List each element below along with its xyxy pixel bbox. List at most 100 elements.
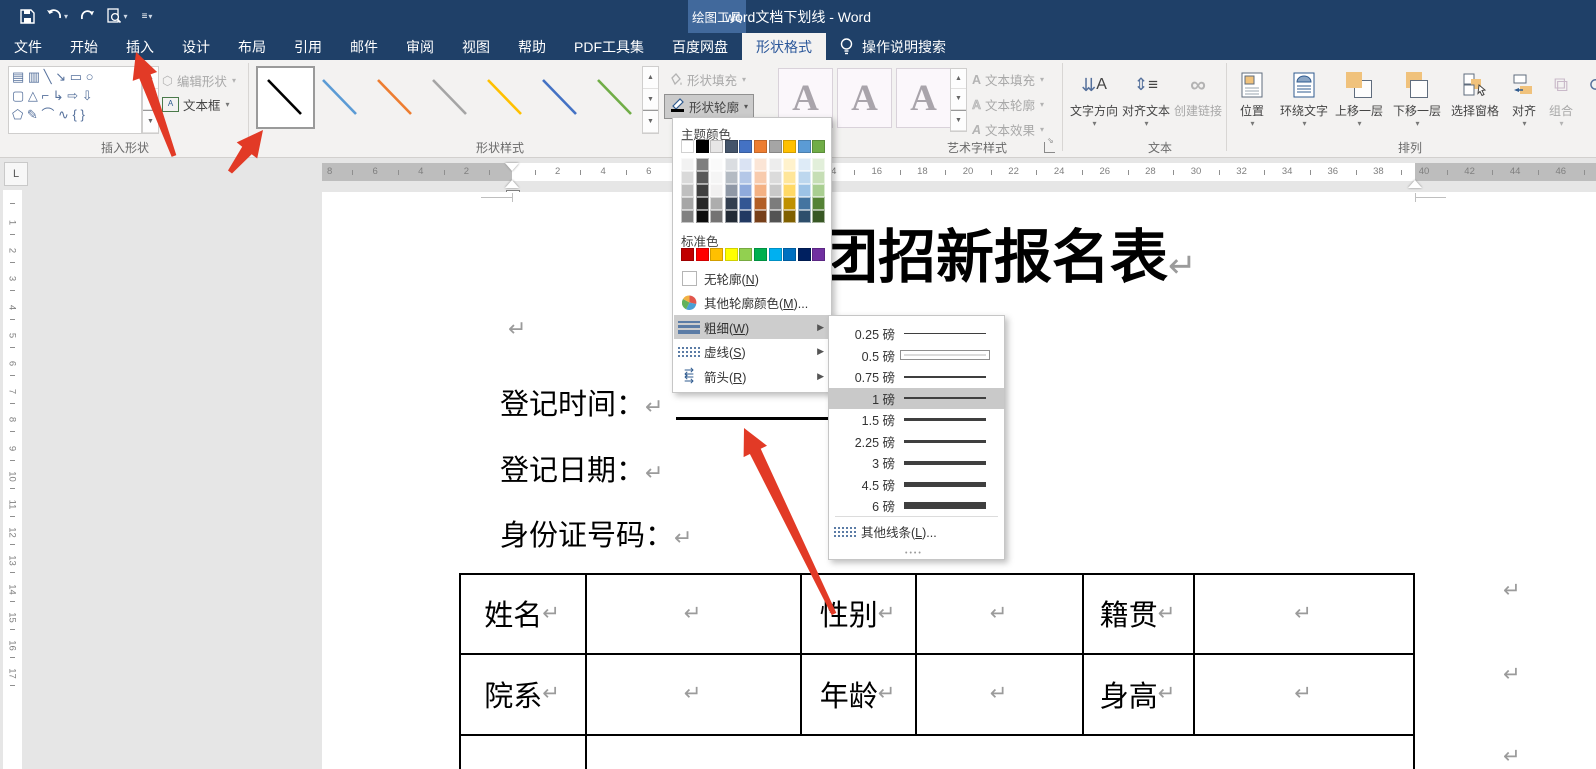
theme-color-variant-swatch[interactable] — [812, 184, 825, 197]
theme-color-variant-swatch[interactable] — [769, 184, 782, 197]
theme-color-variant-swatch[interactable] — [798, 171, 811, 184]
theme-color-variant-swatch[interactable] — [681, 158, 694, 171]
theme-color-variant-swatch[interactable] — [769, 210, 782, 223]
theme-color-variant-swatch[interactable] — [710, 184, 723, 197]
theme-color-variant-swatch[interactable] — [725, 210, 738, 223]
theme-color-variant-swatch[interactable] — [739, 210, 752, 223]
tab-设计[interactable]: 设计 — [168, 33, 224, 60]
standard-color-swatch[interactable] — [739, 248, 752, 261]
align-objects-button[interactable]: 对齐▾ — [1506, 68, 1542, 128]
text-box-button[interactable]: A 文本框▾ — [162, 95, 230, 114]
standard-color-swatch[interactable] — [798, 248, 811, 261]
shape-fill-button[interactable]: 形状填充▾ — [668, 70, 746, 89]
weight-item-6磅[interactable]: 6 磅 — [829, 495, 1004, 517]
tab-视图[interactable]: 视图 — [448, 33, 504, 60]
theme-color-variant-swatch[interactable] — [783, 210, 796, 223]
shape-style-tile-3[interactable] — [368, 68, 421, 125]
tell-me-search[interactable]: 操作说明搜索 — [840, 33, 946, 60]
menu-item-无轮廓[interactable]: 无轮廓(N) — [674, 266, 830, 290]
weight-item-0.5磅[interactable]: 0.5 磅 — [829, 345, 1004, 367]
tab-文件[interactable]: 文件 — [0, 33, 56, 60]
weight-item-0.25磅[interactable]: 0.25 磅 — [829, 323, 1004, 345]
theme-color-variant-swatch[interactable] — [696, 171, 709, 184]
theme-color-swatch[interactable] — [681, 140, 694, 153]
standard-color-swatch[interactable] — [725, 248, 738, 261]
edit-shape-button[interactable]: ⬡ 编辑形状▾ — [162, 71, 236, 90]
theme-color-variant-swatch[interactable] — [710, 158, 723, 171]
shape-style-tile-7[interactable] — [588, 68, 641, 125]
theme-color-variant-swatch[interactable] — [798, 210, 811, 223]
text-effects-button[interactable]: A 文本效果▾ — [972, 120, 1044, 139]
tab-插入[interactable]: 插入 — [112, 33, 168, 60]
wordart-scrollbar[interactable]: ▲▼▼ — [950, 68, 967, 132]
shapes-gallery-scrollbar[interactable]: ▲▼▼ — [142, 66, 159, 134]
theme-color-variant-swatch[interactable] — [681, 197, 694, 210]
align-text-button[interactable]: ⇕≡ 对齐文本▾ — [1120, 68, 1172, 128]
theme-color-variant-swatch[interactable] — [681, 210, 694, 223]
hanging-indent-marker[interactable] — [505, 173, 519, 188]
theme-color-variant-swatch[interactable] — [754, 210, 767, 223]
print-preview-icon[interactable]: ▾ — [100, 5, 134, 27]
theme-color-variant-swatch[interactable] — [769, 158, 782, 171]
theme-color-variant-swatch[interactable] — [739, 171, 752, 184]
undo-icon[interactable]: ▾ — [40, 5, 74, 27]
tab-开始[interactable]: 开始 — [56, 33, 112, 60]
tab-形状格式[interactable]: 形状格式 — [742, 33, 826, 60]
theme-color-variant-swatch[interactable] — [710, 210, 723, 223]
standard-color-swatch[interactable] — [696, 248, 709, 261]
theme-color-variant-swatch[interactable] — [696, 197, 709, 210]
weight-item-3磅[interactable]: 3 磅 — [829, 452, 1004, 474]
tab-引用[interactable]: 引用 — [280, 33, 336, 60]
text-direction-button[interactable]: ⇊A 文字方向▾ — [1068, 68, 1120, 128]
shape-styles-scrollbar[interactable]: ▲▼▼ — [642, 66, 659, 134]
right-indent-marker[interactable] — [1408, 173, 1422, 188]
save-icon[interactable] — [14, 5, 40, 27]
theme-color-variant-swatch[interactable] — [798, 158, 811, 171]
theme-color-variant-swatch[interactable] — [725, 171, 738, 184]
tab-审阅[interactable]: 审阅 — [392, 33, 448, 60]
theme-color-variant-swatch[interactable] — [681, 171, 694, 184]
theme-color-variant-swatch[interactable] — [754, 197, 767, 210]
standard-color-swatch[interactable] — [710, 248, 723, 261]
theme-color-variant-swatch[interactable] — [769, 171, 782, 184]
theme-color-swatch[interactable] — [754, 140, 767, 153]
more-lines-item[interactable]: 其他线条(L)... — [829, 521, 1004, 543]
theme-color-swatch[interactable] — [725, 140, 738, 153]
menu-item-虚线[interactable]: 虚线(S)▶ — [674, 340, 830, 364]
theme-color-variant-swatch[interactable] — [725, 158, 738, 171]
theme-color-variant-swatch[interactable] — [812, 158, 825, 171]
weight-item-0.75磅[interactable]: 0.75 磅 — [829, 366, 1004, 388]
weight-item-1磅[interactable]: 1 磅 — [829, 388, 1004, 410]
theme-color-variant-swatch[interactable] — [754, 171, 767, 184]
standard-color-swatch[interactable] — [812, 248, 825, 261]
shape-style-tile-1[interactable] — [256, 66, 315, 129]
wrap-text-button[interactable]: 环绕文字▾ — [1274, 68, 1334, 128]
theme-color-swatch[interactable] — [783, 140, 796, 153]
theme-color-variant-swatch[interactable] — [710, 171, 723, 184]
wordart-dialog-launcher-icon[interactable]: ⇘ — [1044, 142, 1055, 153]
theme-color-variant-swatch[interactable] — [739, 184, 752, 197]
theme-color-variant-swatch[interactable] — [812, 197, 825, 210]
theme-color-variant-swatch[interactable] — [769, 197, 782, 210]
wordart-style-2[interactable]: A — [837, 68, 892, 128]
theme-color-variant-swatch[interactable] — [812, 171, 825, 184]
wordart-style-3[interactable]: A — [896, 68, 951, 128]
theme-color-swatch[interactable] — [739, 140, 752, 153]
theme-color-variant-swatch[interactable] — [681, 184, 694, 197]
weight-item-4.5磅[interactable]: 4.5 磅 — [829, 474, 1004, 496]
insert-shapes-gallery[interactable]: ▤ ▥ ╲ ↘ ▭ ○ ▢ △ ⌐ ↳ ⇨ ⇩ ⬠ ✎ ⌒ ∿ { } — [8, 66, 142, 134]
theme-color-variant-swatch[interactable] — [754, 158, 767, 171]
theme-color-variant-swatch[interactable] — [739, 158, 752, 171]
menu-resize-grip[interactable]: •••• — [905, 550, 923, 557]
theme-color-swatch[interactable] — [696, 140, 709, 153]
shape-style-tile-6[interactable] — [533, 68, 586, 125]
customize-qat-icon[interactable]: ≡▾ — [134, 5, 160, 27]
position-button[interactable]: 位置▾ — [1232, 68, 1272, 128]
theme-color-swatch[interactable] — [769, 140, 782, 153]
theme-color-variant-swatch[interactable] — [812, 210, 825, 223]
bring-forward-button[interactable]: 上移一层▾ — [1330, 68, 1388, 128]
theme-color-variant-swatch[interactable] — [696, 184, 709, 197]
theme-color-variant-swatch[interactable] — [798, 184, 811, 197]
menu-item-其他轮廓颜色[interactable]: 其他轮廓颜色(M)... — [674, 291, 830, 315]
text-outline-button[interactable]: A 文本轮廓▾ — [972, 95, 1044, 114]
